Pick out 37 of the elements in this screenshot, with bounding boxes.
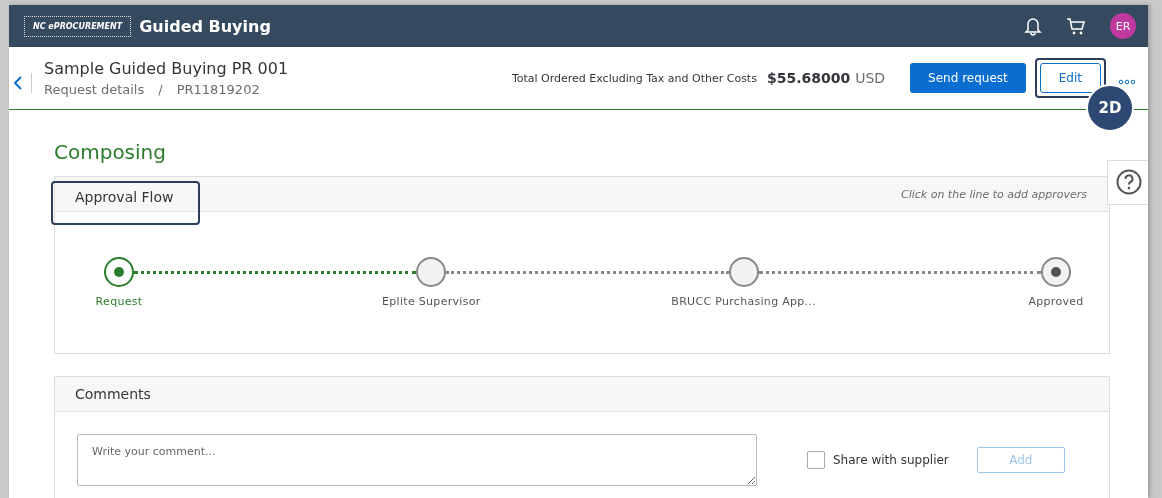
connector-line[interactable] bbox=[446, 271, 729, 274]
status-heading: Composing bbox=[54, 140, 167, 164]
send-request-button[interactable]: Send request bbox=[910, 63, 1026, 93]
final-step-icon bbox=[1041, 257, 1071, 287]
share-checkbox[interactable] bbox=[807, 451, 825, 469]
page-title: Sample Guided Buying PR 001 bbox=[44, 59, 289, 78]
app-title: Guided Buying bbox=[139, 16, 271, 36]
total-label: Total Ordered Excluding Tax and Other Costs bbox=[511, 71, 757, 85]
breadcrumb-separator: / bbox=[158, 82, 163, 97]
section-title: Comments bbox=[75, 385, 151, 404]
hint-text: Click on the line to add approvers bbox=[900, 187, 1087, 201]
connector-line[interactable] bbox=[134, 271, 417, 274]
cart-icon[interactable] bbox=[1066, 16, 1086, 36]
section-title: Approval Flow bbox=[51, 181, 200, 225]
connector-line[interactable] bbox=[758, 271, 1041, 274]
notification-bell-icon[interactable] bbox=[1024, 16, 1042, 36]
back-icon[interactable] bbox=[13, 75, 23, 91]
help-tab[interactable] bbox=[1107, 160, 1148, 205]
checkbox-label: Share with supplier bbox=[833, 453, 949, 467]
total-amount: $55.68000 bbox=[766, 70, 851, 86]
step-label: Request bbox=[95, 295, 143, 308]
step-label: BRUCC Purchasing App... bbox=[671, 295, 816, 308]
help-icon[interactable] bbox=[1116, 169, 1142, 195]
edit-button[interactable]: Edit bbox=[1039, 63, 1101, 93]
comment-field[interactable]: Write your comment... bbox=[77, 434, 757, 486]
breadcrumb-link[interactable]: Request details bbox=[44, 82, 145, 97]
completed-step-icon bbox=[104, 257, 134, 287]
callout-badge: 2D bbox=[1086, 84, 1134, 132]
more-icon[interactable] bbox=[1118, 79, 1136, 85]
pending-step-icon bbox=[728, 257, 759, 287]
user-avatar[interactable]: ER bbox=[1110, 13, 1136, 39]
pending-step-icon bbox=[416, 257, 447, 287]
breadcrumb-item: PR11819202 bbox=[176, 82, 260, 97]
currency-label: USD bbox=[855, 70, 886, 86]
brand-logo[interactable]: NC ePROCUREMENT bbox=[24, 15, 132, 37]
step-label: Eplite Supervisor bbox=[382, 295, 481, 308]
step-label: Approved bbox=[1028, 295, 1084, 308]
